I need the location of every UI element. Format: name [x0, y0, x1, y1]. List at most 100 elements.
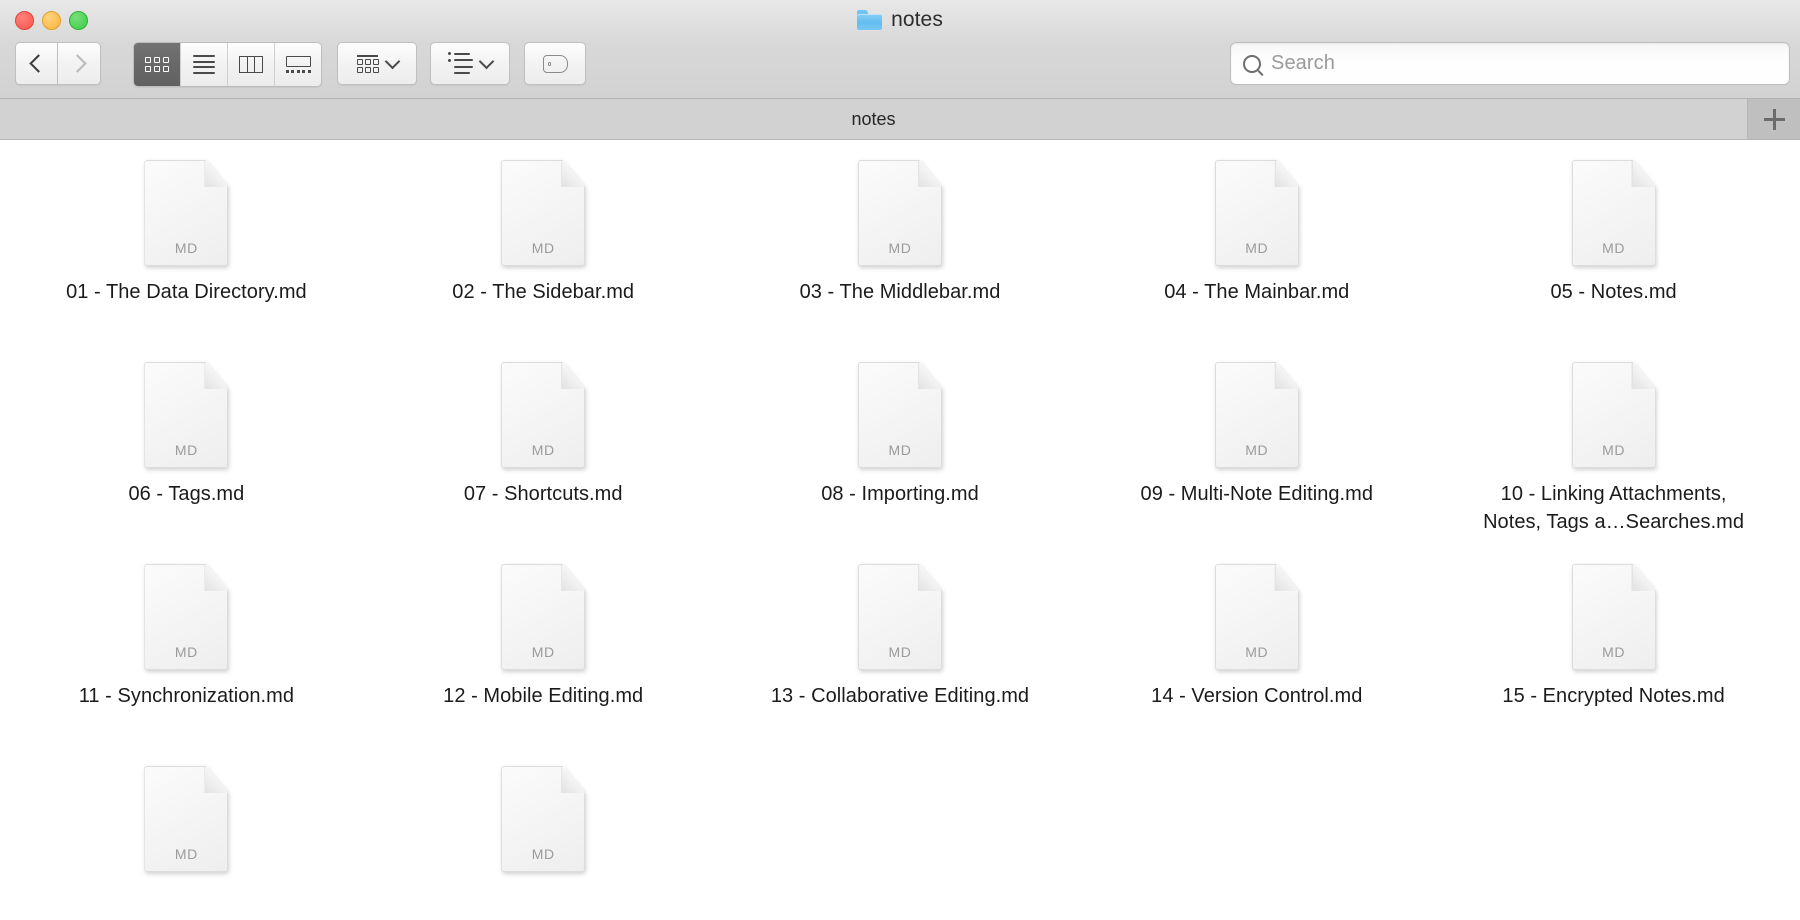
file-name-label: 01 - The Data Directory.md: [66, 278, 307, 306]
markdown-document-icon: MD: [1572, 564, 1656, 670]
file-name-label: 14 - Version Control.md: [1151, 682, 1362, 710]
file-extension-label: MD: [858, 240, 942, 256]
markdown-document-icon: MD: [1215, 362, 1299, 468]
file-name-label: 10 - Linking Attachments, Notes, Tags a……: [1475, 480, 1753, 536]
file-name-label: 12 - Mobile Editing.md: [443, 682, 643, 710]
file-name-label: 11 - Synchronization.md: [79, 682, 294, 710]
file-extension-label: MD: [1572, 442, 1656, 458]
file-extension-label: MD: [1215, 644, 1299, 660]
file-item[interactable]: MD 01 - The Data Directory.md: [8, 160, 365, 362]
markdown-document-icon: MD: [858, 362, 942, 468]
file-grid-area: MD 01 - The Data Directory.md MD 02 - The S…: [0, 140, 1800, 919]
file-extension-label: MD: [1572, 240, 1656, 256]
file-extension-label: MD: [501, 644, 585, 660]
markdown-document-icon: MD: [501, 564, 585, 670]
tag-icon: [543, 55, 568, 73]
markdown-document-icon: MD: [1215, 564, 1299, 670]
file-item[interactable]: MD 14 - Version Control.md: [1078, 564, 1435, 766]
action-menu-button[interactable]: [430, 42, 510, 85]
file-item[interactable]: MD: [8, 766, 365, 919]
view-mode-segmented-control: [133, 42, 322, 87]
file-extension-label: MD: [858, 442, 942, 458]
file-item[interactable]: MD 12 - Mobile Editing.md: [365, 564, 722, 766]
file-name-label: 02 - The Sidebar.md: [452, 278, 634, 306]
file-extension-label: MD: [501, 846, 585, 862]
chevron-right-icon: [68, 54, 86, 72]
search-icon: [1243, 55, 1261, 73]
file-item[interactable]: MD 15 - Encrypted Notes.md: [1435, 564, 1792, 766]
file-name-label: 09 - Multi-Note Editing.md: [1141, 480, 1374, 508]
file-name-label: 08 - Importing.md: [821, 480, 979, 508]
file-extension-label: MD: [144, 644, 228, 660]
file-extension-label: MD: [1215, 442, 1299, 458]
file-item[interactable]: MD 02 - The Sidebar.md: [365, 160, 722, 362]
markdown-document-icon: MD: [1572, 160, 1656, 266]
chevron-down-icon: [479, 54, 495, 70]
grid-icon: [145, 57, 169, 72]
finder-window: notes: [0, 0, 1800, 920]
folder-icon: [857, 10, 882, 30]
markdown-document-icon: MD: [144, 362, 228, 468]
icon-view-button[interactable]: [134, 43, 181, 86]
file-extension-label: MD: [1215, 240, 1299, 256]
column-view-button[interactable]: [228, 43, 275, 86]
tab-notes[interactable]: notes: [0, 99, 1748, 139]
window-title-text: notes: [891, 8, 943, 32]
search-field[interactable]: Search: [1230, 42, 1790, 85]
window-title: notes: [0, 8, 1800, 32]
plus-icon: [1764, 109, 1785, 130]
markdown-document-icon: MD: [501, 160, 585, 266]
file-name-label: 07 - Shortcuts.md: [464, 480, 623, 508]
file-item[interactable]: MD 04 - The Mainbar.md: [1078, 160, 1435, 362]
gallery-view-button[interactable]: [275, 43, 321, 86]
markdown-document-icon: MD: [1572, 362, 1656, 468]
file-name-label: 05 - Notes.md: [1550, 278, 1676, 306]
markdown-document-icon: MD: [858, 160, 942, 266]
markdown-document-icon: MD: [144, 160, 228, 266]
tab-label: notes: [851, 109, 895, 130]
file-extension-label: MD: [144, 240, 228, 256]
file-item[interactable]: MD 07 - Shortcuts.md: [365, 362, 722, 564]
file-grid: MD 01 - The Data Directory.md MD 02 - The S…: [0, 140, 1800, 919]
file-name-label: 06 - Tags.md: [128, 480, 244, 508]
file-item[interactable]: MD13 - Collaborative Editing.md: [722, 564, 1079, 766]
file-item[interactable]: MD 08 - Importing.md: [722, 362, 1079, 564]
toolbar-controls: Search: [0, 42, 1800, 87]
file-item[interactable]: MD: [365, 766, 722, 919]
file-name-label: 04 - The Mainbar.md: [1164, 278, 1349, 306]
action-list-icon: [448, 52, 473, 75]
chevron-down-icon: [384, 54, 400, 70]
file-extension-label: MD: [858, 644, 942, 660]
file-name-label: 15 - Encrypted Notes.md: [1502, 682, 1724, 710]
markdown-document-icon: MD: [144, 766, 228, 872]
markdown-document-icon: MD: [1215, 160, 1299, 266]
file-item[interactable]: MD 05 - Notes.md: [1435, 160, 1792, 362]
markdown-document-icon: MD: [501, 766, 585, 872]
file-extension-label: MD: [501, 240, 585, 256]
file-extension-label: MD: [501, 442, 585, 458]
file-name-label: 03 - The Middlebar.md: [800, 278, 1001, 306]
markdown-document-icon: MD: [501, 362, 585, 468]
markdown-document-icon: MD: [858, 564, 942, 670]
tab-bar: notes: [0, 99, 1800, 140]
file-item[interactable]: MD 03 - The Middlebar.md: [722, 160, 1079, 362]
group-icon: [357, 55, 379, 73]
edit-tags-button[interactable]: [524, 42, 586, 85]
file-extension-label: MD: [144, 846, 228, 862]
file-extension-label: MD: [144, 442, 228, 458]
search-placeholder: Search: [1271, 52, 1335, 75]
gallery-icon: [286, 56, 311, 73]
file-item[interactable]: MD 06 - Tags.md: [8, 362, 365, 564]
list-view-button[interactable]: [181, 43, 228, 86]
file-extension-label: MD: [1572, 644, 1656, 660]
list-icon: [193, 55, 215, 74]
arrange-by-button[interactable]: [337, 42, 417, 85]
columns-icon: [239, 56, 263, 73]
forward-button[interactable]: [58, 42, 101, 85]
markdown-document-icon: MD: [144, 564, 228, 670]
file-item[interactable]: MD 10 - Linking Attachments, Notes, Tags …: [1435, 362, 1792, 564]
new-tab-button[interactable]: [1748, 99, 1800, 139]
file-item[interactable]: MD 09 - Multi-Note Editing.md: [1078, 362, 1435, 564]
back-button[interactable]: [15, 42, 58, 85]
file-item[interactable]: MD 11 - Synchronization.md: [8, 564, 365, 766]
